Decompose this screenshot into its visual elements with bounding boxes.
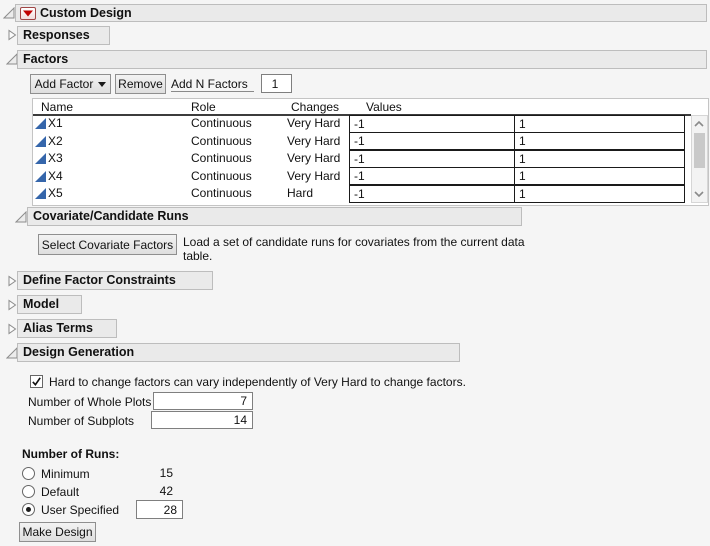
runs-minimum-radio[interactable] (22, 467, 35, 480)
section-header-responses[interactable]: Responses (17, 26, 110, 45)
covariate-description: Load a set of candidate runs for covaria… (183, 235, 525, 263)
add-factor-label: Add Factor (34, 77, 94, 91)
table-row[interactable]: X2 Continuous Very Hard -1 1 (33, 132, 708, 151)
subplots-input[interactable] (151, 411, 253, 429)
runs-user-specified-label: User Specified (41, 503, 120, 517)
factors-table: Name Role Changes Values X1 Continuous V… (32, 98, 709, 206)
factor-value-high[interactable]: 1 (514, 114, 685, 133)
factor-role[interactable]: Continuous (191, 115, 252, 132)
factor-value-low[interactable]: -1 (349, 114, 515, 133)
add-n-factors-label: Add N Factors (171, 77, 254, 92)
factor-changes[interactable]: Very Hard (287, 133, 340, 150)
section-header-alias-terms[interactable]: Alias Terms (17, 319, 117, 338)
continuous-factor-icon (35, 118, 46, 129)
continuous-factor-icon (35, 135, 46, 147)
factor-value-low[interactable]: -1 (349, 132, 515, 150)
column-header-values: Values (366, 100, 402, 114)
factor-value-low[interactable]: -1 (349, 149, 515, 168)
disclosure-expanded-icon[interactable] (3, 7, 15, 19)
scroll-down-icon[interactable] (693, 189, 705, 199)
factor-changes[interactable]: Hard (287, 185, 313, 202)
define-factor-constraints-title: Define Factor Constraints (23, 273, 176, 287)
scrollbar-thumb[interactable] (693, 133, 705, 168)
column-header-role: Role (191, 100, 216, 114)
factor-name: X5 (48, 186, 63, 200)
section-header-covariate[interactable]: Covariate/Candidate Runs (27, 207, 522, 226)
whole-plots-input[interactable] (153, 392, 253, 410)
factor-name: X3 (48, 151, 63, 165)
disclosure-expanded-icon[interactable] (15, 211, 27, 223)
factor-value-low[interactable]: -1 (349, 167, 515, 185)
column-header-changes: Changes (291, 100, 340, 114)
scroll-up-icon[interactable] (693, 119, 705, 129)
continuous-factor-icon (35, 153, 46, 164)
covariate-description-line1: Load a set of candidate runs for covaria… (183, 235, 525, 249)
runs-user-specified-radio[interactable] (22, 503, 35, 516)
select-covariate-factors-label: Select Covariate Factors (41, 237, 174, 252)
red-triangle-menu-button[interactable] (20, 7, 36, 20)
runs-minimum-label: Minimum (41, 467, 90, 481)
factors-title: Factors (23, 52, 69, 66)
select-covariate-factors-button[interactable]: Select Covariate Factors (38, 234, 177, 255)
values-scrollbar[interactable] (691, 115, 708, 203)
factor-value-low[interactable]: -1 (349, 184, 515, 203)
number-of-runs-title: Number of Runs: (22, 447, 120, 461)
make-design-button[interactable]: Make Design (19, 522, 96, 542)
remove-label: Remove (118, 77, 163, 91)
page-title: Custom Design (40, 6, 132, 20)
factor-role[interactable]: Continuous (191, 150, 252, 167)
factor-value-high[interactable]: 1 (514, 132, 685, 150)
covariate-title: Covariate/Candidate Runs (33, 209, 189, 223)
covariate-description-line2: table. (183, 249, 213, 263)
design-generation-title: Design Generation (23, 345, 135, 359)
factor-value-high[interactable]: 1 (514, 184, 685, 203)
add-n-factors-input[interactable] (261, 74, 292, 93)
red-triangle-icon (23, 10, 33, 17)
section-header-define-factor-constraints[interactable]: Define Factor Constraints (17, 271, 213, 290)
column-header-name: Name (41, 100, 74, 114)
runs-default-value: 42 (159, 484, 173, 498)
factor-changes[interactable]: Very Hard (287, 150, 340, 167)
custom-design-window: Custom Design Responses Factors Add Fact… (0, 0, 710, 546)
section-header-design-generation[interactable]: Design Generation (17, 343, 460, 362)
continuous-factor-icon (35, 188, 46, 199)
table-row[interactable]: X5 Continuous Hard -1 1 (33, 184, 708, 203)
runs-user-specified-input[interactable] (136, 500, 183, 519)
whole-plots-label: Number of Whole Plots (28, 395, 152, 409)
model-title: Model (23, 297, 60, 311)
make-design-label: Make Design (22, 525, 93, 539)
factor-value-high[interactable]: 1 (514, 167, 685, 185)
continuous-factor-icon (35, 170, 46, 182)
alias-terms-title: Alias Terms (23, 321, 93, 335)
table-row[interactable]: X3 Continuous Very Hard -1 1 (33, 149, 708, 168)
runs-default-radio[interactable] (22, 485, 35, 498)
factor-name: X4 (48, 168, 63, 183)
checkmark-icon (32, 377, 41, 387)
table-row[interactable]: X1 Continuous Very Hard -1 1 (33, 114, 708, 133)
subplots-label: Number of Subplots (28, 414, 135, 428)
section-header-model[interactable]: Model (17, 295, 82, 314)
section-header-factors[interactable]: Factors (17, 50, 707, 69)
factor-changes[interactable]: Very Hard (287, 168, 340, 185)
factor-value-high[interactable]: 1 (514, 149, 685, 168)
factor-changes[interactable]: Very Hard (287, 115, 340, 132)
hard-to-change-checkbox[interactable] (30, 375, 43, 388)
factor-role[interactable]: Continuous (191, 168, 252, 185)
responses-title: Responses (23, 28, 90, 42)
custom-design-header-bar[interactable]: Custom Design (15, 4, 707, 22)
factor-role[interactable]: Continuous (191, 185, 252, 202)
table-row[interactable]: X4 Continuous Very Hard -1 1 (33, 167, 708, 186)
factor-name: X2 (48, 133, 63, 148)
factor-role[interactable]: Continuous (191, 133, 252, 150)
runs-minimum-value: 15 (159, 466, 173, 480)
runs-default-label: Default (41, 485, 80, 499)
add-factor-button[interactable]: Add Factor (30, 74, 111, 94)
dropdown-arrow-icon (98, 81, 107, 87)
remove-button[interactable]: Remove (115, 74, 166, 94)
hard-to-change-checkbox-label: Hard to change factors can vary independ… (49, 375, 466, 389)
factor-name: X1 (48, 116, 63, 130)
